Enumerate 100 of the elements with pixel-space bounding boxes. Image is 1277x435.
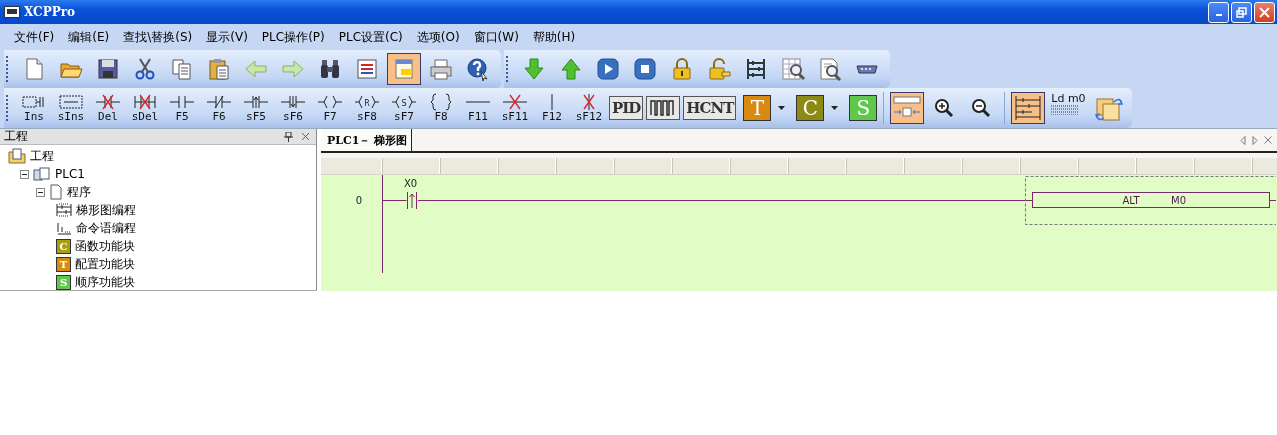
ladder-tool-button[interactable]: S sF7 <box>387 89 421 127</box>
ladder-grid-icon <box>744 57 768 81</box>
pin-icon[interactable] <box>284 131 293 142</box>
padlock-icon <box>670 57 694 81</box>
ladder-tool-button[interactable]: sF5 <box>239 89 273 127</box>
left-arrow-icon <box>244 57 268 81</box>
menu-item[interactable]: PLC设置(C) <box>332 26 409 48</box>
collapse-icon[interactable] <box>20 169 29 179</box>
delete-vertical-icon <box>583 93 595 111</box>
editor-tab[interactable]: PLC1－ 梯形图 <box>321 129 413 151</box>
binoculars-icon <box>318 57 342 81</box>
dotted-lines-icon <box>1051 105 1080 115</box>
menu-item[interactable]: 显示(V) <box>200 26 254 48</box>
contact-label: X0 <box>404 178 418 189</box>
form-page-icon <box>392 57 416 81</box>
ladder-tool-button[interactable]: F8 <box>424 89 458 127</box>
rung-number: 0 <box>355 195 363 206</box>
menu-item[interactable]: PLC操作(P) <box>255 26 331 48</box>
restore-button[interactable] <box>1231 1 1252 23</box>
tree-item[interactable]: 命令语编程 <box>76 219 136 237</box>
tree-item[interactable]: 程序 <box>67 183 91 201</box>
window-title: XCPPro <box>24 5 77 19</box>
block-badge: S <box>56 274 71 290</box>
ladder-tool-button[interactable]: R sF8 <box>350 89 384 127</box>
insert-block-icon <box>59 95 83 109</box>
pulse-icon <box>650 99 677 117</box>
tree-item[interactable]: 顺序功能块 <box>75 273 135 291</box>
project-icon <box>8 148 26 164</box>
function-block-button[interactable]: PID <box>609 96 644 120</box>
minimize-button[interactable] <box>1208 1 1229 23</box>
scissors-icon <box>133 57 157 81</box>
delete-contact-icon <box>96 94 120 110</box>
ladder-view-button[interactable] <box>1011 92 1046 124</box>
caret-icon[interactable] <box>778 106 786 110</box>
minimize-icon <box>1215 14 1222 16</box>
ladder-tool-button[interactable]: Ins <box>17 89 51 127</box>
menu-item[interactable]: 文件(F) <box>8 26 61 48</box>
documents-icon <box>33 167 51 181</box>
close-icon[interactable] <box>301 132 310 141</box>
tree-item[interactable]: PLC1 <box>55 167 85 181</box>
ladder-diagram-icon <box>1013 94 1044 122</box>
block-badge: C <box>56 238 71 254</box>
panel-title: 工程 <box>4 128 29 145</box>
menu-item[interactable]: 选项(O) <box>410 26 466 48</box>
menu-item[interactable]: 查找\替换(S) <box>117 26 199 48</box>
rising-edge-contact[interactable] <box>407 191 417 210</box>
menu-item[interactable]: 窗口(W) <box>467 26 525 48</box>
block-badge: T <box>56 256 71 272</box>
horizontal-line-icon <box>466 101 490 103</box>
tree-item[interactable]: 函数功能块 <box>75 237 135 255</box>
ladder-tool-button[interactable]: sIns <box>54 89 88 127</box>
close-icon[interactable] <box>1264 136 1272 144</box>
ladder-tool-button[interactable]: sF11 <box>498 89 532 127</box>
restore-icon <box>1236 6 1247 18</box>
menu-item[interactable]: 帮助(H) <box>526 26 582 48</box>
close-icon <box>1259 6 1270 18</box>
up-arrow-icon <box>559 57 583 81</box>
layout-button[interactable] <box>890 92 925 124</box>
vertical-line-icon <box>551 93 553 111</box>
tree-item[interactable]: 工程 <box>30 147 54 165</box>
instruction-block[interactable] <box>1032 192 1270 208</box>
instruction-list-button[interactable]: Ld m0 <box>1048 91 1089 125</box>
ladder-tool-button[interactable]: sF12 <box>572 89 606 127</box>
tree-item[interactable]: 配置功能块 <box>75 255 135 273</box>
open-contact-icon <box>170 95 194 109</box>
form-page-button[interactable] <box>387 53 421 85</box>
caret-icon[interactable] <box>831 106 839 110</box>
ladder-tool-button[interactable]: sDel <box>128 89 162 127</box>
app-icon <box>4 6 20 18</box>
pulse-button[interactable] <box>646 96 681 120</box>
clipboard-icon <box>207 57 231 81</box>
instruction-name: ALT <box>1122 195 1140 206</box>
delete-block-icon <box>134 94 156 110</box>
falling-contact-icon <box>281 95 305 109</box>
zoom-in-icon <box>934 98 955 118</box>
block-button[interactable]: C <box>796 95 825 121</box>
insert-row-icon <box>22 96 44 108</box>
right-arrow-icon <box>281 57 305 81</box>
ladder-tool-button[interactable]: F6 <box>202 89 236 127</box>
ladder-tool-button[interactable]: F5 <box>165 89 199 127</box>
document-list-icon <box>355 57 379 81</box>
ladder-tool-button[interactable]: F12 <box>535 89 569 127</box>
document-icon <box>49 184 63 200</box>
ladder-tool-button[interactable]: Del <box>91 89 125 127</box>
brackets-icon <box>430 93 452 111</box>
function-block-button[interactable]: HCNT <box>683 96 737 120</box>
ladder-tool-button[interactable]: F11 <box>461 89 495 127</box>
ladder-tool-button[interactable]: sF6 <box>276 89 310 127</box>
stop-icon <box>633 57 657 81</box>
close-button[interactable] <box>1254 1 1275 23</box>
printer-icon <box>429 57 453 81</box>
collapse-icon[interactable] <box>36 187 45 197</box>
ladder-tool-button[interactable]: F7 <box>313 89 347 127</box>
document-magnifier-icon <box>818 57 842 81</box>
tree-item[interactable]: 梯形图编程 <box>76 201 136 219</box>
down-arrow-icon <box>522 57 546 81</box>
rising-contact-icon <box>244 95 268 109</box>
help-icon <box>466 57 490 81</box>
text-lines-icon <box>56 221 72 235</box>
menu-item[interactable]: 编辑(E) <box>62 26 116 48</box>
